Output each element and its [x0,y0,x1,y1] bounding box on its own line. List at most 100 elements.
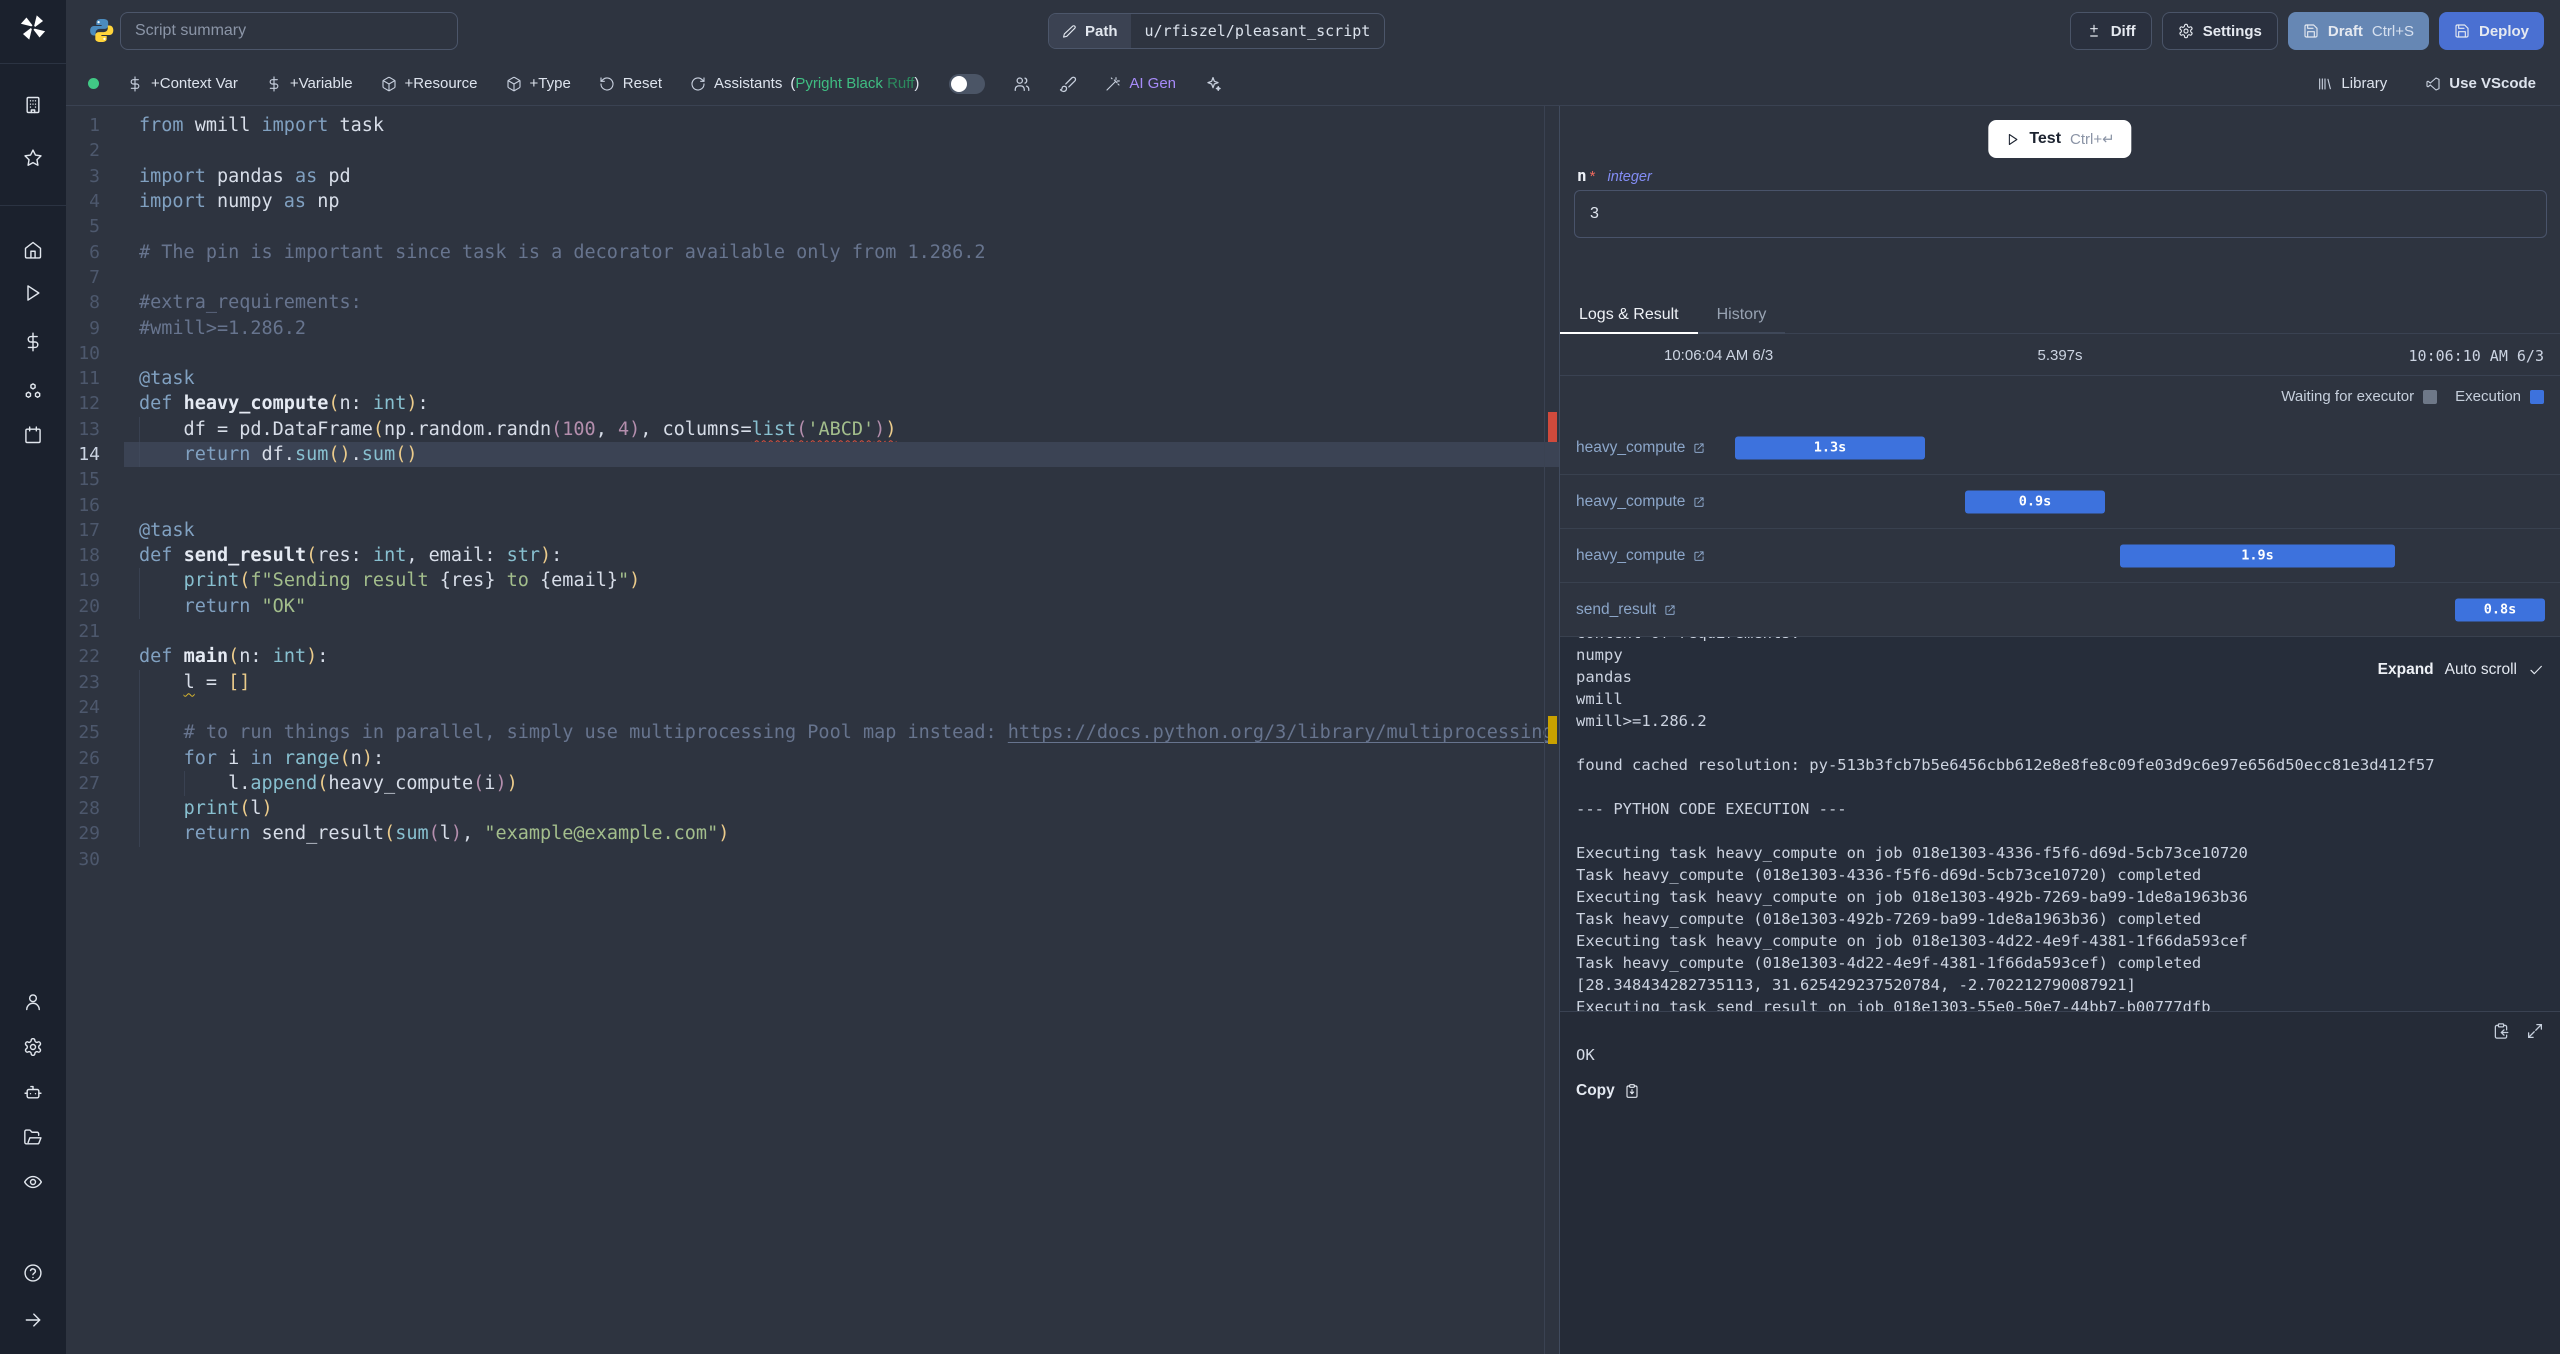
format-brush-icon[interactable] [1059,75,1077,93]
code-editor[interactable]: 1 from wmill import task 2 3 import pandas a… [66,106,1559,1354]
code-line[interactable]: 27 l.append(heavy_compute(i)) [66,771,1559,796]
workers-bot-icon[interactable] [23,1082,43,1102]
tab-logs-result[interactable]: Logs & Result [1560,298,1698,334]
diff-button[interactable]: Diff [2069,12,2152,50]
variables-dollar-icon[interactable] [23,332,43,352]
code-line[interactable]: 20 return "OK" [66,594,1559,619]
code-line[interactable]: 21 [66,619,1559,644]
code-line[interactable]: 4 import numpy as np [66,189,1559,214]
add-type-button[interactable]: +Type [506,75,571,92]
save-icon [2303,23,2319,39]
code-line[interactable]: 23 l = [] [66,670,1559,695]
code-line[interactable]: 30 [66,847,1559,872]
assistants-status[interactable]: Assistants (Pyright Black Ruff) [690,75,919,92]
maximize-result-icon[interactable] [2526,1022,2544,1040]
code-line[interactable]: 15 [66,467,1559,492]
code-line[interactable]: 3 import pandas as pd [66,164,1559,189]
code-line[interactable]: 18 def send_result(res: int, email: str): [66,543,1559,568]
code-line[interactable]: 24 [66,695,1559,720]
settings-gear-icon[interactable] [23,1037,43,1057]
sidebar-divider [0,63,66,64]
expand-sidebar-arrow-icon[interactable] [23,1310,43,1330]
collaboration-toggle[interactable] [949,73,986,94]
draft-button[interactable]: Draft Ctrl+S [2287,12,2429,50]
line-number: 27 [78,772,100,794]
code-line[interactable]: 7 [66,265,1559,290]
code-line[interactable]: 19 print(f"Sending result {res} to {emai… [66,568,1559,593]
argument-label: n * integer [1577,166,1652,185]
expand-log-button[interactable]: Expand [2378,661,2434,679]
home-icon[interactable] [23,240,43,260]
check-icon[interactable] [2528,662,2544,678]
code-line[interactable]: 25 # to run things in parallel, simply u… [66,720,1559,745]
package-icon [506,76,522,92]
workspace-building-icon[interactable] [23,95,43,115]
task-link-heavy_compute[interactable]: heavy_compute [1576,547,1706,565]
script-path-button[interactable]: Path u/rfiszel/pleasant_script [1048,13,1386,49]
copy-button[interactable]: Copy [1576,1082,1640,1100]
windmill-logo-icon[interactable] [19,14,47,47]
argument-type: integer [1607,169,1652,185]
line-number: 28 [78,798,100,820]
sparkles-icon[interactable] [1204,75,1222,93]
help-question-icon[interactable] [23,1263,43,1283]
code-line[interactable]: 14 return df.sum().sum() [66,441,1559,468]
line-number: 29 [78,823,100,845]
code-line[interactable]: 29 return send_result(sum(l), "example@e… [66,821,1559,846]
code-line[interactable]: 28 print(l) [66,796,1559,821]
code-line[interactable]: 11 @task [66,366,1559,391]
folders-icon[interactable] [23,1127,43,1147]
deploy-button[interactable]: Deploy [2438,12,2544,50]
test-shortcut: Ctrl+↵ [2070,131,2115,148]
code-line[interactable]: 12 def heavy_compute(n: int): [66,391,1559,416]
code-line[interactable]: 17 @task [66,518,1559,543]
task-link-heavy_compute[interactable]: heavy_compute [1576,493,1706,511]
add-context-var-button[interactable]: +Context Var [127,75,238,92]
user-icon[interactable] [23,992,43,1012]
execution-bar[interactable]: 0.8s [2455,598,2545,621]
timeline-row: heavy_compute 1.3s [1560,421,2560,475]
multiplayer-users-icon[interactable] [1013,75,1031,93]
code-line[interactable]: 5 [66,214,1559,239]
external-link-icon [1692,441,1706,455]
code-line[interactable]: 16 [66,492,1559,517]
schedules-calendar-icon[interactable] [23,425,43,445]
code-line[interactable]: 13 df = pd.DataFrame(np.random.randn(100… [66,417,1559,442]
line-number: 24 [78,696,100,718]
library-button[interactable]: Library [2317,75,2387,92]
execution-bar[interactable]: 1.3s [1735,436,1925,459]
task-link-send_result[interactable]: send_result [1576,601,1677,619]
line-number: 26 [78,747,100,769]
code-line[interactable]: 9 #wmill>=1.286.2 [66,315,1559,340]
favorites-star-icon[interactable] [23,148,43,168]
reset-button[interactable]: Reset [599,75,662,92]
tab-history[interactable]: History [1697,298,1786,334]
code-line[interactable]: 2 [66,138,1559,163]
argument-n-input[interactable] [1574,190,2547,238]
code-line[interactable]: 10 [66,341,1559,366]
execution-bar[interactable]: 1.9s [2120,544,2395,567]
add-variable-button[interactable]: +Variable [266,75,353,92]
add-resource-button[interactable]: +Resource [381,75,478,92]
draft-shortcut: Ctrl+S [2371,22,2414,40]
code-line[interactable]: 8 #extra_requirements: [66,290,1559,315]
code-line[interactable]: 22 def main(n: int): [66,644,1559,669]
log-viewer[interactable]: content of requirements:numpypandaswmill… [1560,637,2560,1012]
code-line[interactable]: 6 # The pin is important since task is a … [66,239,1559,264]
audit-eye-icon[interactable] [23,1172,43,1192]
line-number: 7 [89,266,100,288]
resources-boxes-icon[interactable] [23,382,43,402]
code-line[interactable]: 1 from wmill import task [66,113,1559,138]
runs-play-icon[interactable] [23,283,43,303]
copy-result-clipboard-icon[interactable] [2492,1022,2510,1040]
code-line[interactable]: 26 for i in range(n): [66,745,1559,770]
overview-ruler[interactable] [1544,106,1559,1354]
ai-gen-button[interactable]: AI Gen [1105,75,1176,92]
script-summary-input[interactable] [120,12,458,50]
task-link-heavy_compute[interactable]: heavy_compute [1576,439,1706,457]
execution-bar[interactable]: 0.9s [1965,490,2105,513]
test-button[interactable]: Test Ctrl+↵ [1988,120,2132,158]
settings-button[interactable]: Settings [2161,12,2278,50]
line-number: 30 [78,848,100,870]
use-vscode-button[interactable]: Use VScode [2425,75,2536,92]
